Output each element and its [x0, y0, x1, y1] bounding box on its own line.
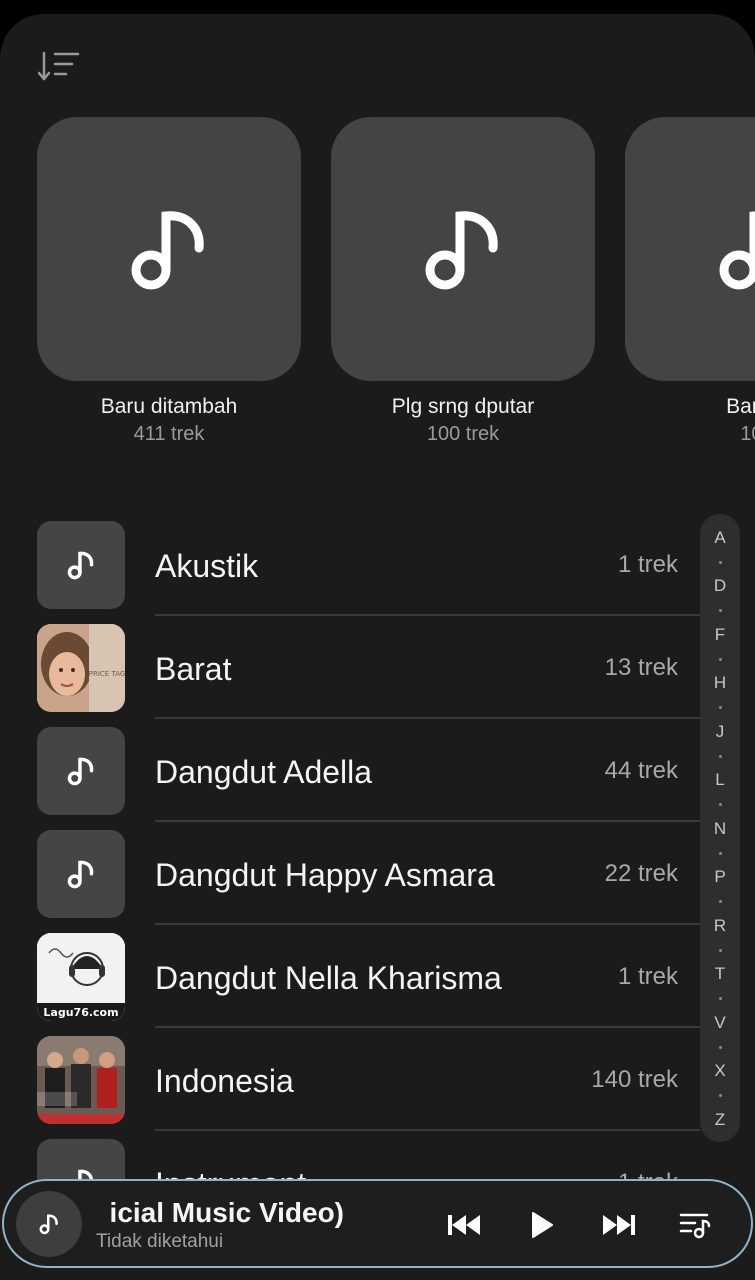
list-item[interactable]: Akustik 1 trek [0, 520, 700, 623]
playlist-track-count: 1 trek [617, 551, 678, 578]
playlist-title: Dangdut Adella [155, 754, 373, 790]
index-letter[interactable]: X [700, 1061, 740, 1081]
index-letter[interactable]: L [700, 770, 740, 790]
featured-card-recently-played[interactable]: Baru d 100 [625, 117, 755, 446]
player-artwork [16, 1191, 82, 1257]
playlist-title: Barat [155, 651, 232, 687]
mini-player[interactable]: icial Music Video) Tidak diketahui [2, 1179, 753, 1268]
card-track-count: 411 trek [133, 423, 205, 445]
music-note-icon [719, 211, 755, 290]
index-separator [719, 658, 722, 661]
playlist-thumbnail [37, 727, 125, 815]
index-letter[interactable]: Z [700, 1110, 740, 1130]
card-artwork [331, 117, 595, 381]
music-note-icon [67, 757, 94, 786]
now-playing-info[interactable]: icial Music Video) Tidak diketahui [96, 1193, 346, 1255]
index-letter[interactable]: F [700, 625, 740, 645]
card-track-count: 100 [740, 423, 755, 445]
music-note-icon [131, 211, 204, 290]
playlist-track-count: 44 trek [604, 757, 678, 784]
index-separator [719, 852, 722, 855]
list-item[interactable]: Lagu76.com Dangdut Nella Kharisma 1 trek [0, 932, 700, 1035]
divider [155, 717, 700, 719]
divider [155, 820, 700, 822]
index-separator [719, 609, 722, 612]
playlist-title: Dangdut Happy Asmara [155, 857, 495, 893]
playlist-title: Akustik [155, 548, 259, 584]
index-letter[interactable]: N [700, 819, 740, 839]
index-separator [719, 803, 722, 806]
previous-button[interactable] [440, 1201, 488, 1249]
playlist-thumbnail [37, 830, 125, 918]
index-separator [719, 949, 722, 952]
divider [155, 1026, 700, 1028]
play-icon [532, 1212, 553, 1238]
index-letter[interactable]: H [700, 673, 740, 693]
index-separator [719, 706, 722, 709]
index-letter[interactable]: P [700, 867, 740, 887]
index-separator [719, 997, 722, 1000]
playlist-track-count: 13 trek [604, 654, 678, 681]
album-art-text: Lagu76.com [43, 1006, 118, 1019]
card-artwork [37, 117, 301, 381]
next-button[interactable] [595, 1201, 643, 1249]
playlists-screen: Baru ditambah 411 trek Plg srng dputar 1… [0, 14, 755, 1280]
alphabet-index-scrollbar[interactable]: A D F H J L N P R T V X Z [700, 514, 740, 1142]
featured-card-recently-added[interactable]: Baru ditambah 411 trek [37, 117, 301, 446]
playlist-track-count: 22 trek [604, 860, 678, 887]
music-note-icon [67, 551, 94, 580]
now-playing-artist: Tidak diketahui [96, 1231, 224, 1252]
album-art-band-photo [37, 1036, 125, 1124]
card-title: Baru ditambah [100, 395, 238, 418]
playlist-title: Dangdut Nella Kharisma [155, 960, 502, 996]
divider [155, 923, 700, 925]
playlist-list: Akustik 1 trek PRICE TAG Barat 13 trek D… [0, 520, 700, 1180]
list-item[interactable]: Dangdut Adella 44 trek [0, 726, 700, 829]
index-letter[interactable]: T [700, 964, 740, 984]
featured-card-most-played[interactable]: Plg srng dputar 100 trek [331, 117, 595, 446]
queue-icon [679, 1213, 711, 1239]
album-art-lagu76: Lagu76.com [37, 933, 125, 1021]
list-item[interactable]: PRICE TAG Barat 13 trek [0, 623, 700, 726]
music-note-icon [425, 211, 498, 290]
playlist-track-count: 140 trek [591, 1066, 678, 1093]
sort-icon [37, 51, 80, 81]
card-artwork [625, 117, 755, 381]
queue-button[interactable] [671, 1201, 719, 1249]
previous-icon [448, 1215, 480, 1235]
index-separator [719, 755, 722, 758]
playlist-thumbnail [37, 1139, 125, 1180]
card-title: Baru d [726, 395, 755, 418]
index-separator [719, 900, 722, 903]
list-item[interactable]: Dangdut Happy Asmara 22 trek [0, 829, 700, 932]
index-separator [719, 1094, 722, 1097]
album-art-price-tag: PRICE TAG [37, 624, 125, 712]
index-letter[interactable]: A [700, 528, 740, 548]
playlist-title: Instrument [155, 1166, 306, 1180]
playlist-title: Indonesia [155, 1063, 294, 1099]
index-letter[interactable]: V [700, 1013, 740, 1033]
marquee-fade [96, 1193, 108, 1233]
music-note-icon [39, 1214, 58, 1235]
index-letter[interactable]: J [700, 722, 740, 742]
divider [155, 1129, 700, 1131]
next-icon [603, 1215, 635, 1235]
music-note-icon [67, 860, 94, 889]
index-letter[interactable]: R [700, 916, 740, 936]
playlist-thumbnail [37, 521, 125, 609]
featured-playlists: Baru ditambah 411 trek Plg srng dputar 1… [0, 117, 755, 457]
playlist-track-count: 1 trek [617, 963, 678, 990]
index-letter[interactable]: D [700, 576, 740, 596]
sort-button[interactable] [37, 50, 80, 84]
list-item[interactable]: Instrument 1 trek [0, 1138, 700, 1180]
index-separator [719, 1046, 722, 1049]
divider [155, 614, 700, 616]
list-item[interactable]: Indonesia 140 trek [0, 1035, 700, 1138]
play-button[interactable] [518, 1201, 566, 1249]
index-separator [719, 561, 722, 564]
card-track-count: 100 trek [426, 423, 500, 445]
album-art-text: PRICE TAG [89, 670, 125, 678]
now-playing-title: icial Music Video) [109, 1197, 344, 1228]
card-title: Plg srng dputar [391, 395, 535, 418]
